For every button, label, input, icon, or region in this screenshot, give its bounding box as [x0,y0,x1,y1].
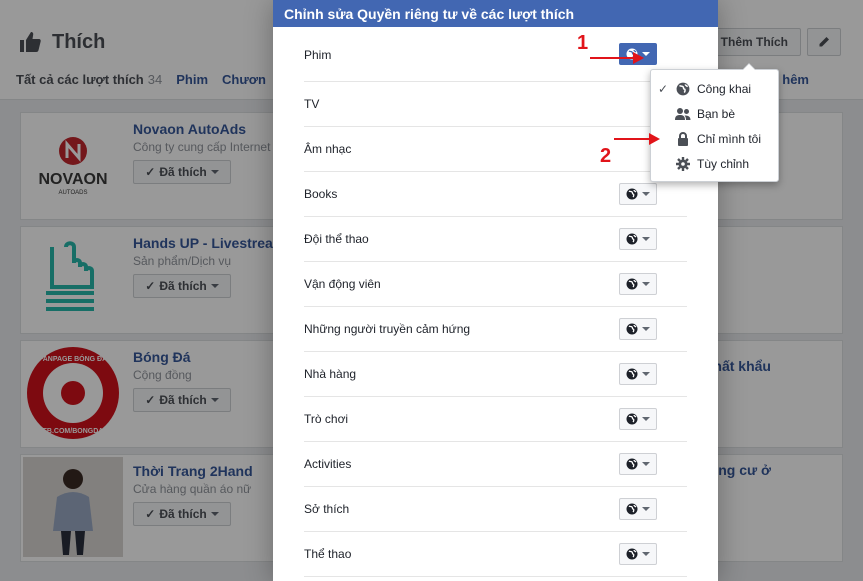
chevron-down-icon [642,372,650,376]
globe-icon [626,233,638,245]
chevron-down-icon [642,417,650,421]
category-label: Phim [304,48,332,62]
friends-icon [675,106,691,122]
chevron-down-icon [642,192,650,196]
menu-item-public[interactable]: ✓ Công khai [651,76,778,101]
category-label: Thể thao [304,547,352,561]
chevron-down-icon [642,507,650,511]
category-label: Nhà hàng [304,367,357,381]
category-row-music: Âm nhạc [304,127,687,172]
audience-selector-button[interactable] [619,363,657,385]
category-row-sports-teams: Đội thể thao [304,217,687,262]
audience-selector-button[interactable] [619,273,657,295]
lock-icon [675,131,691,147]
audience-dropdown-menu: ✓ Công khai Bạn bè Chỉ mình tôi Tùy chỉn… [650,63,779,182]
annotation-arrow-1 [590,52,644,64]
category-row-athletes: Vận động viên [304,262,687,307]
category-label: Sở thích [304,502,350,516]
globe-icon [626,503,638,515]
globe-icon [675,81,691,97]
audience-selector-button[interactable] [619,498,657,520]
chevron-down-icon [642,237,650,241]
category-label: Activities [304,457,352,471]
category-label: Đội thể thao [304,232,369,246]
audience-selector-button[interactable] [619,543,657,565]
category-row-interests: Sở thích [304,487,687,532]
check-icon: ✓ [658,81,669,96]
menu-item-custom[interactable]: Tùy chỉnh [651,151,778,176]
category-label: Những người truyền cảm hứng [304,322,471,336]
globe-icon [626,413,638,425]
globe-icon [626,188,638,200]
chevron-down-icon [642,282,650,286]
category-row-games: Trò chơi [304,397,687,442]
annotation-arrow-2 [614,133,660,145]
category-row-tv: TV [304,82,687,127]
category-row-sports: Thể thao [304,532,687,577]
audience-selector-button[interactable] [619,228,657,250]
globe-icon [626,278,638,290]
globe-icon [626,548,638,560]
category-row-movies: Phim [304,27,687,82]
annotation-step-1: 1 [577,32,589,54]
category-row-restaurants: Nhà hàng [304,352,687,397]
audience-selector-button[interactable] [619,453,657,475]
globe-icon [626,368,638,380]
annotation-step-2: 2 [600,145,612,167]
category-row-activities: Activities [304,442,687,487]
category-label: TV [304,97,320,111]
menu-item-only-me[interactable]: Chỉ mình tôi [651,126,778,151]
menu-item-friends[interactable]: Bạn bè [651,101,778,126]
category-label: Âm nhạc [304,142,352,156]
audience-selector-button[interactable] [619,183,657,205]
category-label: Books [304,187,338,201]
chevron-down-icon [642,462,650,466]
audience-selector-button[interactable] [619,408,657,430]
globe-icon [626,323,638,335]
category-row-inspirational-people: Những người truyền cảm hứng [304,307,687,352]
globe-icon [626,458,638,470]
modal-title: Chỉnh sửa Quyền riêng tư về các lượt thí… [273,0,718,27]
category-row-books: Books [304,172,687,217]
chevron-down-icon [642,552,650,556]
category-label: Vận động viên [304,277,381,291]
gear-icon [675,156,691,172]
chevron-down-icon [642,327,650,331]
audience-selector-button[interactable] [619,318,657,340]
category-label: Trò chơi [304,412,349,426]
